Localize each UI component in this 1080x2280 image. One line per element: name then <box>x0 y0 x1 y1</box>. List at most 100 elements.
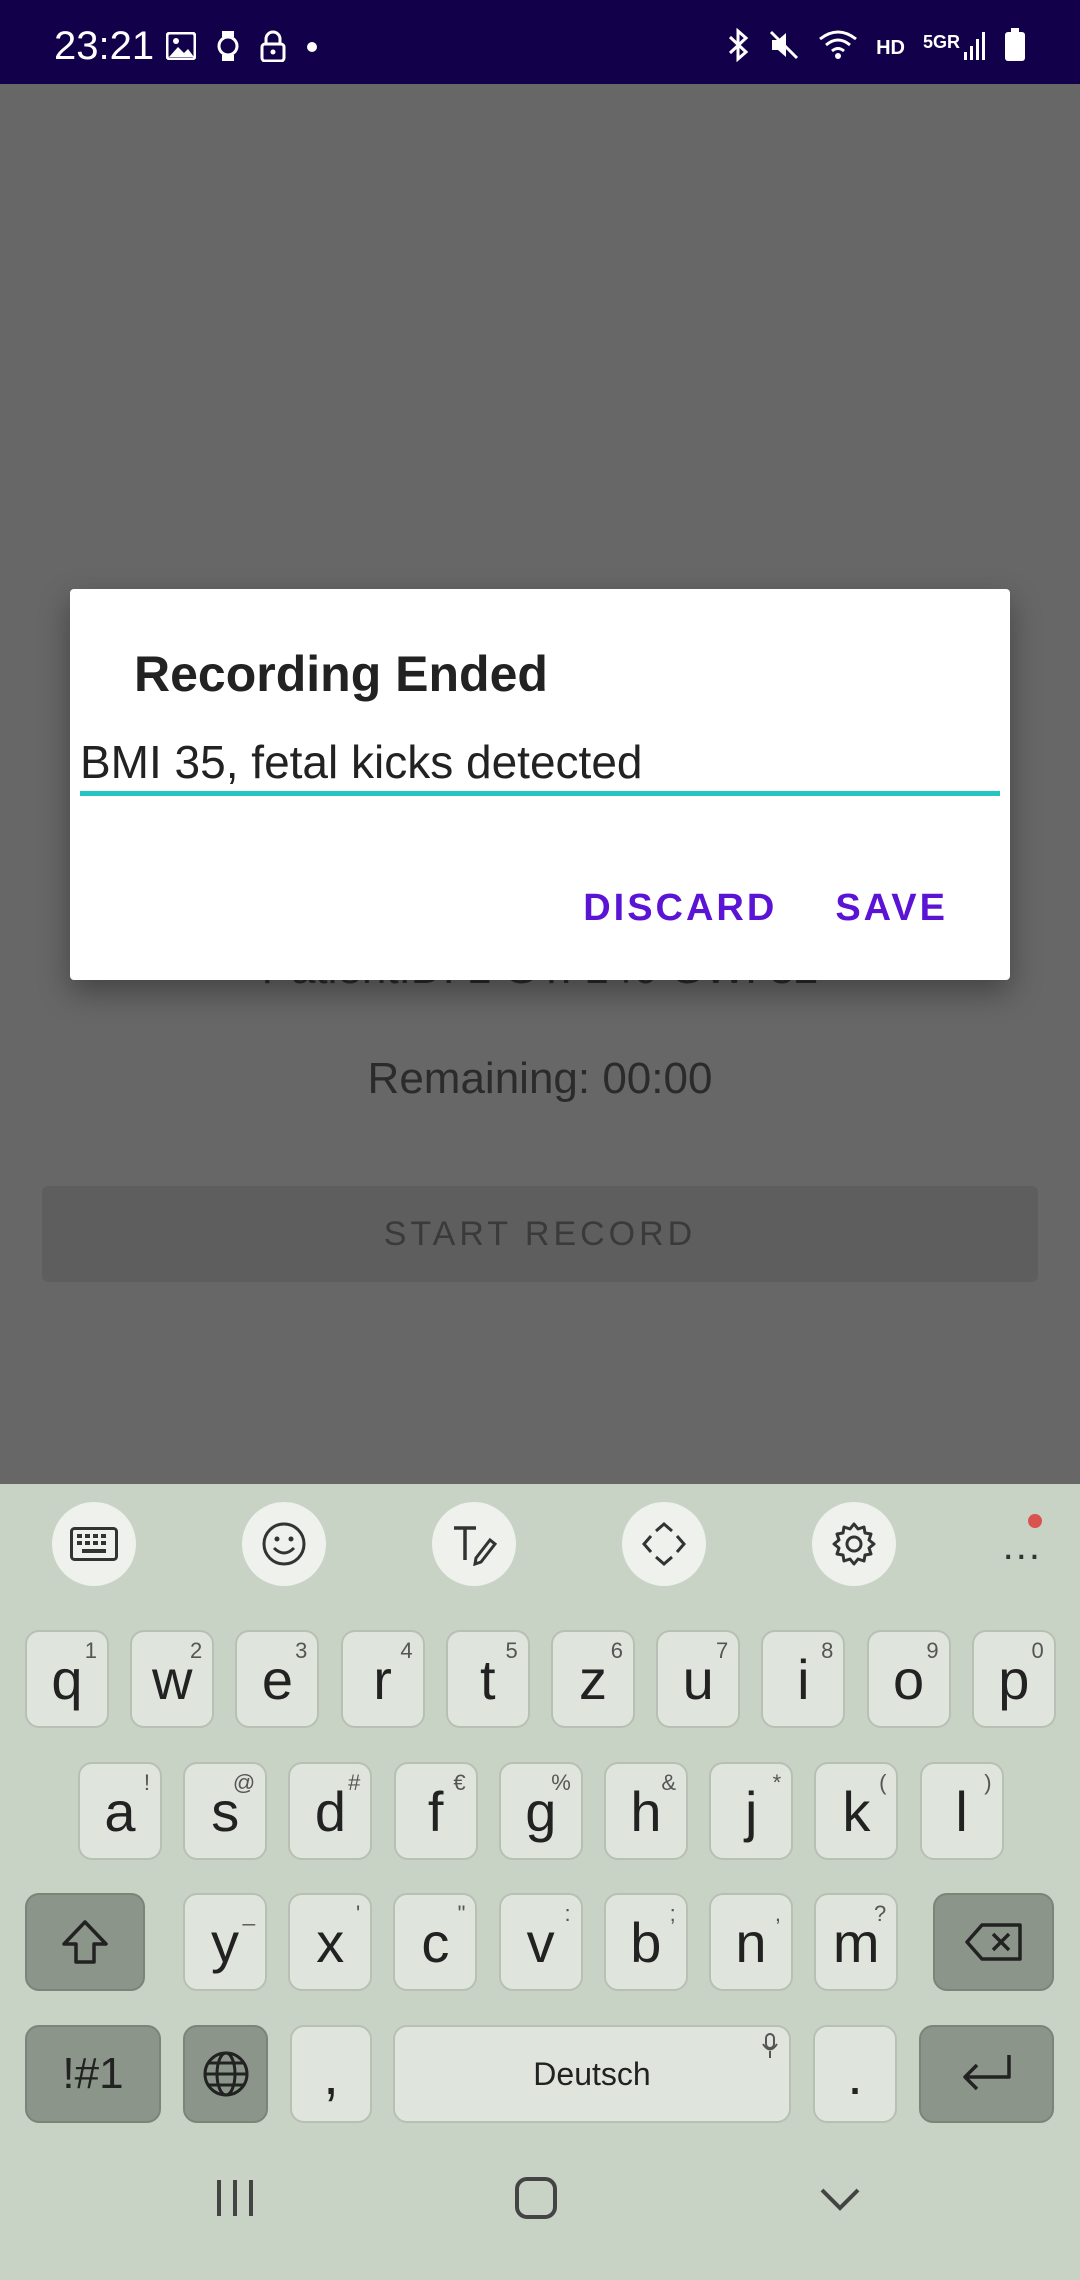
key-label: p <box>998 1647 1030 1711</box>
enter-key[interactable] <box>919 2025 1054 2123</box>
key-k[interactable]: k( <box>814 1762 899 1860</box>
save-button[interactable]: SAVE <box>835 887 948 930</box>
key-p[interactable]: p0 <box>971 1630 1056 1728</box>
key-label: k <box>842 1779 871 1843</box>
key-r[interactable]: r4 <box>340 1630 425 1728</box>
keyboard-toolbar: ... <box>0 1484 1080 1596</box>
key-label: q <box>51 1647 83 1711</box>
backspace-key[interactable] <box>933 1893 1054 1991</box>
navigation-bar <box>0 2138 1080 2280</box>
key-label: i <box>797 1647 810 1711</box>
hd-label: HD <box>876 36 905 59</box>
key-secondary-label: 9 <box>926 1638 939 1663</box>
space-key[interactable]: Deutsch <box>393 2025 791 2123</box>
note-input[interactable] <box>80 732 1000 796</box>
key-label: z <box>579 1647 607 1711</box>
key-n[interactable]: n, <box>709 1893 793 1991</box>
start-record-button: START RECORD <box>42 1186 1038 1282</box>
key-label: t <box>480 1647 496 1711</box>
key-secondary-label: * <box>772 1770 782 1795</box>
key-label: j <box>744 1779 758 1843</box>
key-d[interactable]: d # <box>288 1762 373 1860</box>
key-q[interactable]: q1 <box>25 1630 109 1728</box>
discard-button[interactable]: DISCARD <box>583 887 777 930</box>
move-icon[interactable] <box>622 1502 706 1586</box>
key-g[interactable]: g% <box>498 1762 583 1860</box>
key-label: o <box>893 1647 925 1711</box>
key-h[interactable]: h & <box>604 1762 688 1860</box>
battery-icon <box>1004 28 1026 68</box>
key-secondary-label: € <box>453 1770 466 1795</box>
key-label: l <box>955 1779 968 1843</box>
key-y[interactable]: y _ <box>183 1893 267 1991</box>
key-u[interactable]: u7 <box>656 1630 741 1728</box>
dot-icon <box>306 40 318 58</box>
key-w[interactable]: w2 <box>130 1630 215 1728</box>
key-label: n <box>735 1910 767 1974</box>
key-m[interactable]: m? <box>814 1893 899 1991</box>
key-secondary-label: ( <box>879 1770 887 1795</box>
key-secondary-label: @ <box>232 1770 256 1795</box>
home-icon[interactable] <box>514 2176 558 2225</box>
mute-icon <box>768 29 800 67</box>
signal-icon <box>964 30 986 66</box>
remaining-time: Remaining: 00:00 <box>367 1054 713 1103</box>
key-i[interactable]: i8 <box>761 1630 846 1728</box>
watch-icon <box>216 30 240 67</box>
key-s[interactable]: s @ <box>183 1762 268 1860</box>
key-b[interactable]: b; <box>603 1893 688 1991</box>
key-a[interactable]: a! <box>78 1762 162 1860</box>
key-secondary-label: 5 <box>505 1638 518 1663</box>
key-secondary-label: 4 <box>400 1638 413 1663</box>
period-key[interactable]: . <box>813 2025 897 2123</box>
status-bar: 23:21 HD 5GR <box>0 0 1080 84</box>
key-secondary-label: ; <box>669 1901 676 1926</box>
key-e[interactable]: e3 <box>235 1630 320 1728</box>
key-secondary-label: " <box>457 1901 466 1926</box>
key-j[interactable]: j * <box>709 1762 794 1860</box>
key-secondary-label: ' <box>355 1901 361 1926</box>
key-label: h <box>630 1779 662 1843</box>
microphone-icon <box>761 2033 779 2065</box>
key-secondary-label: 1 <box>84 1638 97 1663</box>
key-secondary-label: & <box>661 1770 676 1795</box>
key-v[interactable]: v: <box>498 1893 583 1991</box>
key-secondary-label: ) <box>984 1770 992 1795</box>
more-icon[interactable]: ... <box>1003 1524 1042 1569</box>
key-label: r <box>373 1647 392 1711</box>
handwriting-icon[interactable] <box>432 1502 516 1586</box>
dialog-title: Recording Ended <box>134 646 548 702</box>
lock-icon <box>260 30 286 67</box>
space-label: Deutsch <box>533 2055 651 2092</box>
key-secondary-label: 8 <box>821 1638 834 1663</box>
key-secondary-label: % <box>551 1770 571 1795</box>
key-label: e <box>261 1647 293 1711</box>
recent-apps-icon[interactable] <box>214 2178 256 2223</box>
wifi-icon <box>818 29 858 67</box>
key-label: u <box>682 1647 714 1711</box>
shift-key[interactable] <box>25 1893 145 1991</box>
key-c[interactable]: c " <box>393 1893 478 1991</box>
key-label: m <box>832 1910 880 1974</box>
key-label: w <box>151 1647 193 1711</box>
key-f[interactable]: f € <box>393 1762 478 1860</box>
bluetooth-icon <box>726 27 750 68</box>
key-secondary-label: 0 <box>1031 1638 1044 1663</box>
emoji-icon[interactable] <box>242 1502 326 1586</box>
language-key[interactable] <box>183 2025 268 2123</box>
key-t[interactable]: t5 <box>445 1630 530 1728</box>
key-z[interactable]: z6 <box>551 1630 635 1728</box>
recording-ended-dialog: Recording Ended DISCARD SAVE <box>70 589 1010 980</box>
key-x[interactable]: x ' <box>288 1893 373 1991</box>
key-label: c <box>421 1910 450 1974</box>
comma-key[interactable]: , <box>290 2025 372 2123</box>
key-o[interactable]: o9 <box>866 1630 951 1728</box>
back-icon[interactable] <box>818 2186 862 2219</box>
key-l[interactable]: l) <box>919 1762 1004 1860</box>
key-secondary-label: ! <box>143 1770 150 1795</box>
keyboard-icon[interactable] <box>52 1502 136 1586</box>
symbols-key[interactable]: !#1 <box>25 2025 161 2123</box>
key-label: d <box>314 1779 346 1843</box>
key-label: y <box>211 1910 239 1974</box>
settings-icon[interactable] <box>812 1502 896 1586</box>
